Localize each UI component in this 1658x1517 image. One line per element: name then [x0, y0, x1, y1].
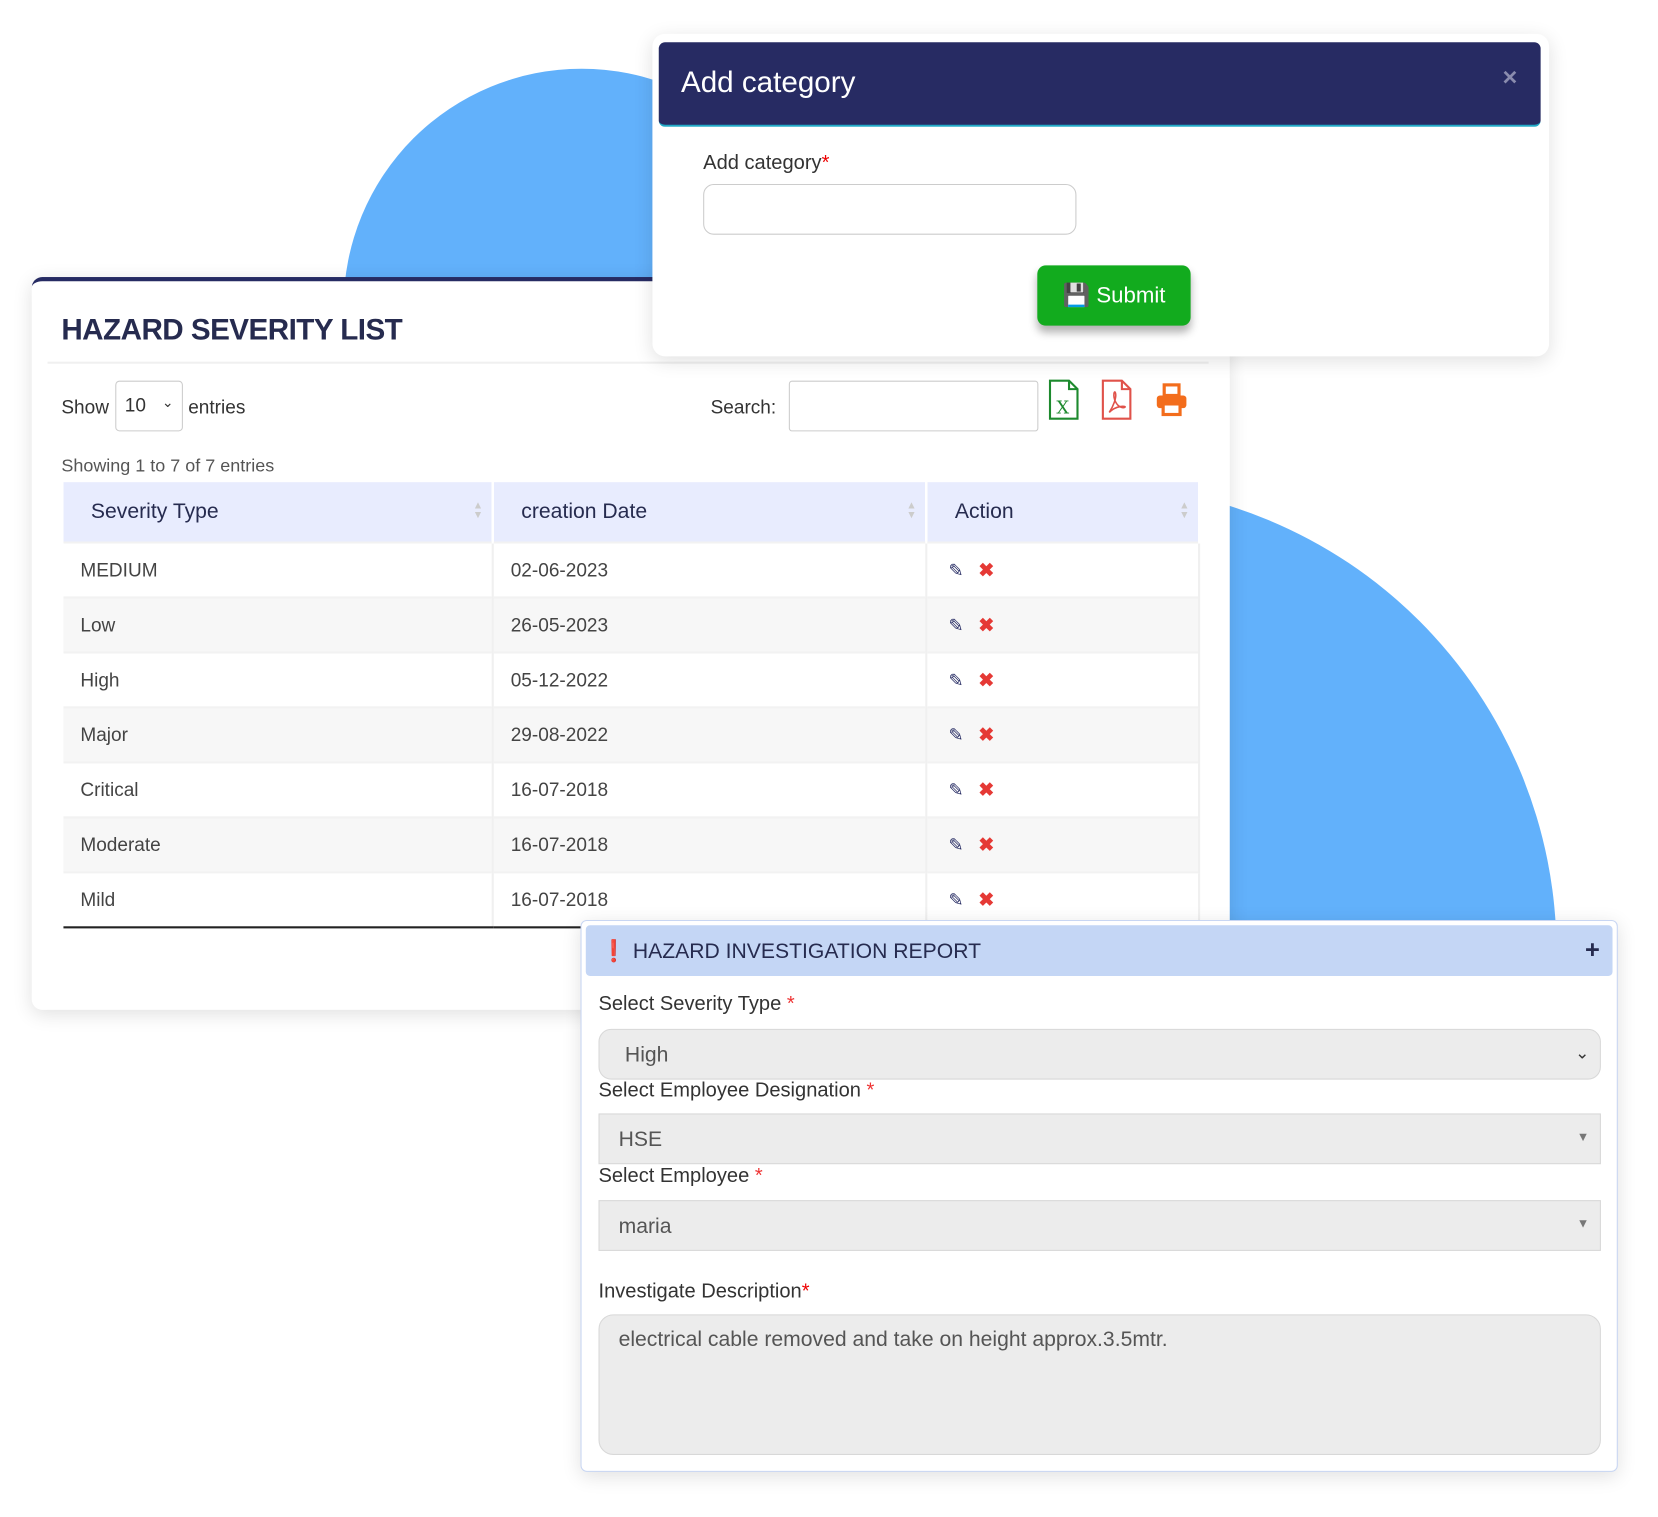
- add-category-modal: Add category × Add category* 💾 Submit: [652, 33, 1550, 357]
- severity-type-cell: Moderate: [63, 816, 494, 873]
- designation-label: Select Employee Designation *: [598, 1079, 875, 1102]
- action-cell: ✎ ✖: [926, 596, 1201, 653]
- sort-icon: ▲ ▼: [472, 500, 484, 522]
- submit-button[interactable]: 💾 Submit: [1037, 265, 1191, 326]
- page-title: HAZARD SEVERITY LIST: [61, 312, 403, 346]
- employee-select[interactable]: maria ▼: [598, 1200, 1601, 1251]
- divider: [47, 361, 1209, 364]
- creation-date-cell: 26-05-2023: [492, 596, 928, 653]
- report-title: HAZARD INVESTIGATION REPORT: [632, 940, 982, 964]
- severity-type-cell: Major: [63, 706, 494, 763]
- creation-date-cell: 02-06-2023: [492, 541, 928, 598]
- entries-select[interactable]: 10 ⌄: [115, 380, 183, 432]
- severity-table: Severity Type ▲ ▼ creation Date ▲ ▼ Action ▲ ▼…: [63, 482, 1201, 929]
- chevron-down-icon: ⌄: [161, 394, 174, 411]
- delete-icon[interactable]: ✖: [978, 614, 994, 635]
- column-header-severity-type[interactable]: Severity Type ▲ ▼: [63, 482, 494, 543]
- expand-icon[interactable]: +: [1585, 936, 1600, 966]
- sort-icon: ▲ ▼: [1179, 500, 1190, 522]
- creation-date-cell: 16-07-2018: [492, 761, 928, 818]
- description-label: Investigate Description*: [598, 1280, 810, 1303]
- creation-date-cell: 16-07-2018: [492, 816, 928, 873]
- table-row: MEDIUM 02-06-2023 ✎ ✖: [63, 541, 1201, 598]
- delete-icon[interactable]: ✖: [978, 669, 994, 690]
- severity-type-label: Select Severity Type *: [598, 992, 795, 1016]
- add-category-input[interactable]: [703, 183, 1077, 235]
- show-label: Show: [61, 396, 109, 418]
- edit-icon[interactable]: ✎: [948, 780, 963, 800]
- edit-icon[interactable]: ✎: [948, 835, 963, 855]
- severity-type-select[interactable]: High ⌄: [598, 1028, 1601, 1080]
- search-label: Search:: [710, 396, 777, 418]
- column-header-action[interactable]: Action ▲ ▼: [926, 482, 1201, 543]
- description-textarea[interactable]: electrical cable removed and take on hei…: [598, 1314, 1601, 1455]
- save-icon: 💾: [1062, 283, 1091, 308]
- edit-icon[interactable]: ✎: [948, 560, 963, 580]
- employee-label: Select Employee *: [598, 1165, 763, 1188]
- close-icon[interactable]: ×: [1503, 63, 1518, 93]
- sort-icon: ▲ ▼: [906, 500, 917, 522]
- edit-icon[interactable]: ✎: [948, 615, 963, 635]
- edit-icon[interactable]: ✎: [948, 670, 963, 690]
- severity-type-cell: Critical: [63, 761, 494, 818]
- action-cell: ✎ ✖: [926, 816, 1201, 873]
- chevron-down-icon: ⌄: [1575, 1044, 1590, 1063]
- modal-title: Add category: [680, 65, 856, 99]
- hazard-investigation-report-panel: ❗ HAZARD INVESTIGATION REPORT + Select S…: [580, 919, 1618, 1472]
- designation-select[interactable]: HSE ▼: [598, 1113, 1601, 1165]
- pdf-icon[interactable]: [1100, 379, 1134, 421]
- delete-icon[interactable]: ✖: [978, 779, 994, 800]
- creation-date-cell: 29-08-2022: [492, 706, 928, 763]
- table-row: High 05-12-2022 ✎ ✖: [63, 651, 1201, 708]
- add-category-label: Add category*: [703, 152, 830, 175]
- severity-type-cell: MEDIUM: [63, 541, 494, 598]
- table-row: Critical 16-07-2018 ✎ ✖: [63, 761, 1201, 818]
- hazard-severity-list-card: HAZARD SEVERITY LIST Show 10 ⌄ entries Se…: [31, 277, 1230, 1010]
- entries-value: 10: [124, 394, 146, 416]
- edit-icon[interactable]: ✎: [948, 890, 963, 910]
- table-row: Low 26-05-2023 ✎ ✖: [63, 596, 1201, 653]
- info-icon: ❗: [600, 940, 627, 964]
- delete-icon[interactable]: ✖: [978, 834, 994, 855]
- delete-icon[interactable]: ✖: [978, 889, 994, 910]
- report-header[interactable]: ❗ HAZARD INVESTIGATION REPORT +: [585, 925, 1613, 976]
- modal-header: Add category ×: [658, 42, 1541, 127]
- caret-down-icon: ▼: [1576, 1129, 1590, 1145]
- action-cell: ✎ ✖: [926, 541, 1201, 598]
- column-header-creation-date[interactable]: creation Date ▲ ▼: [492, 482, 928, 543]
- print-icon[interactable]: [1155, 379, 1189, 421]
- delete-icon[interactable]: ✖: [978, 724, 994, 745]
- table-row: Major 29-08-2022 ✎ ✖: [63, 706, 1201, 763]
- severity-type-cell: High: [63, 651, 494, 708]
- action-cell: ✎ ✖: [926, 651, 1201, 708]
- table-info: Showing 1 to 7 of 7 entries: [61, 455, 275, 476]
- edit-icon[interactable]: ✎: [948, 725, 963, 745]
- action-cell: ✎ ✖: [926, 761, 1201, 818]
- delete-icon[interactable]: ✖: [978, 559, 994, 580]
- entries-label: entries: [188, 396, 246, 418]
- excel-icon[interactable]: X: [1047, 379, 1081, 421]
- severity-type-cell: Mild: [63, 871, 494, 929]
- action-cell: ✎ ✖: [926, 706, 1201, 763]
- svg-text:X: X: [1056, 397, 1069, 418]
- caret-down-icon: ▼: [1576, 1216, 1590, 1231]
- table-row: Moderate 16-07-2018 ✎ ✖: [63, 816, 1201, 873]
- search-input[interactable]: [788, 380, 1039, 432]
- severity-type-cell: Low: [63, 596, 494, 653]
- creation-date-cell: 05-12-2022: [492, 651, 928, 708]
